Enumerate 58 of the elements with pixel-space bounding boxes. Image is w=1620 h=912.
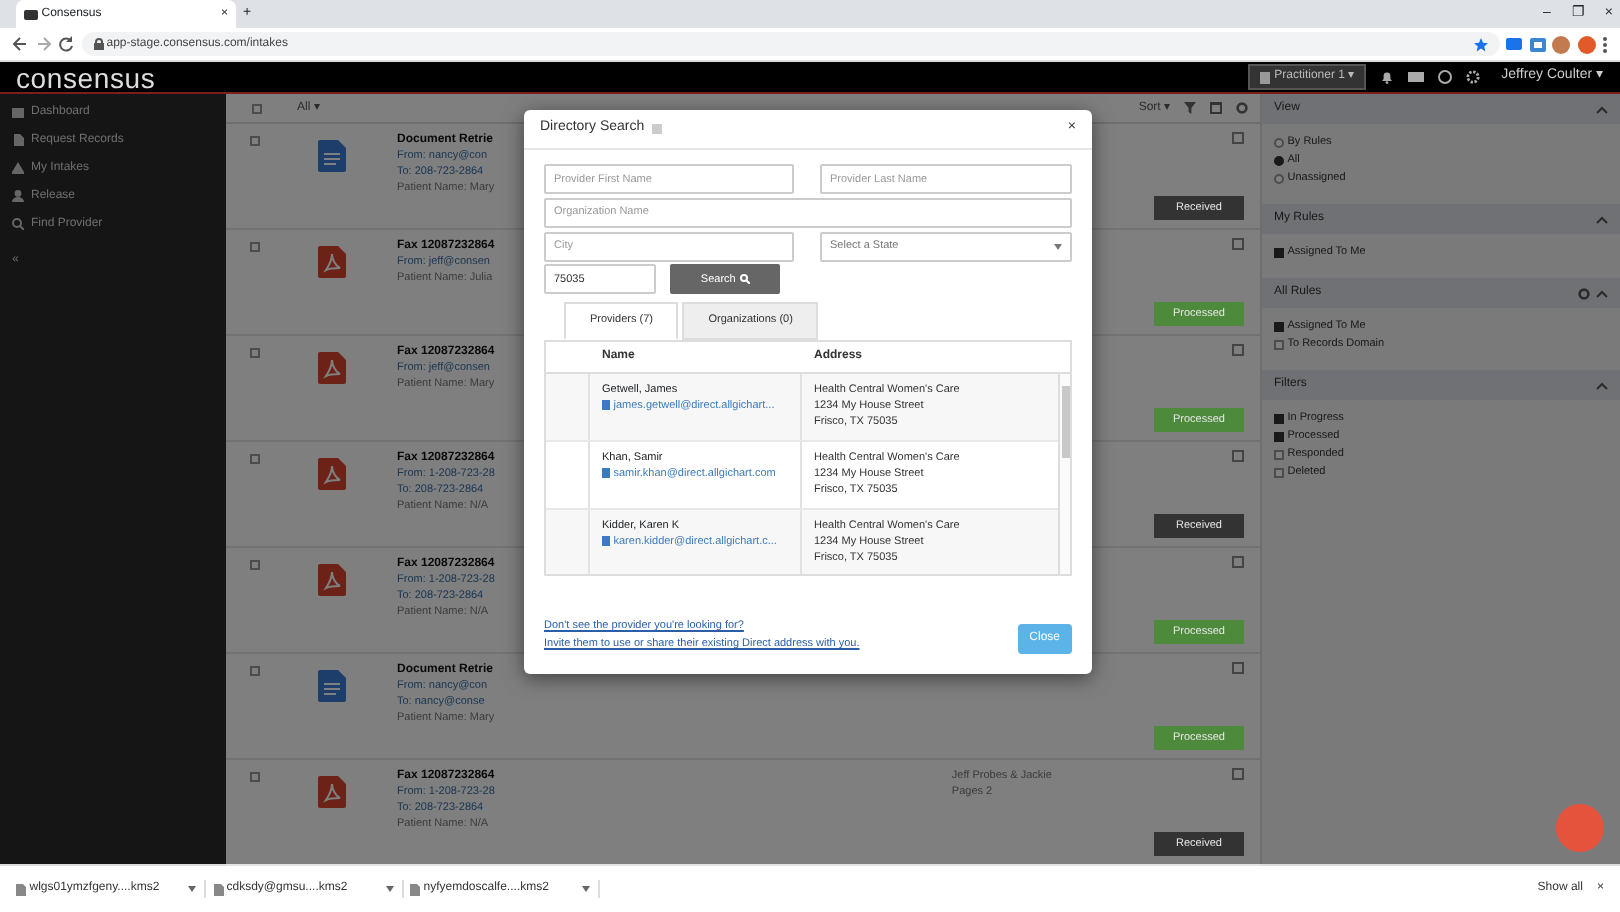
- select-all-checkbox[interactable]: [252, 103, 262, 113]
- row-checkbox[interactable]: [249, 559, 259, 570]
- file-icon: [410, 883, 420, 895]
- pdf-file-icon: [318, 776, 346, 808]
- calendar-icon[interactable]: [1210, 102, 1222, 114]
- row-checkbox[interactable]: [249, 665, 259, 676]
- document-icon: [318, 140, 346, 172]
- pdf-file-icon: [318, 352, 346, 384]
- row-checkbox[interactable]: [249, 347, 259, 358]
- avatar-icon[interactable]: [1552, 35, 1570, 53]
- row-checkbox[interactable]: [249, 135, 259, 146]
- caret-icon: [188, 886, 196, 892]
- favicon-icon: [24, 7, 38, 21]
- caret-icon: [1054, 243, 1062, 249]
- row-checkbox[interactable]: [249, 453, 259, 464]
- chevron-up-icon[interactable]: [1596, 381, 1608, 389]
- checkbox[interactable]: [1274, 432, 1284, 442]
- chevron-up-icon[interactable]: [1596, 215, 1608, 223]
- back-icon[interactable]: [12, 36, 28, 52]
- radio-button[interactable]: [1274, 138, 1284, 148]
- mail-icon: [602, 468, 610, 478]
- file-icon: [16, 883, 26, 895]
- search-icon: [12, 218, 24, 230]
- pdf-file-icon: [318, 564, 346, 596]
- checkbox[interactable]: [1274, 414, 1284, 424]
- logo: consensus: [16, 63, 156, 91]
- pdf-file-icon: [318, 458, 346, 490]
- document-icon: [12, 134, 24, 146]
- lock-icon: [93, 38, 103, 50]
- search-icon: [739, 274, 750, 285]
- chevron-up-icon[interactable]: [1596, 105, 1608, 113]
- bell-icon[interactable]: [1380, 70, 1395, 84]
- building-icon: [1260, 71, 1271, 83]
- chevron-up-icon[interactable]: [1596, 289, 1608, 297]
- caret-icon: [385, 886, 393, 892]
- reload-icon[interactable]: [58, 36, 74, 52]
- filter-icon[interactable]: [1184, 102, 1196, 114]
- mail-icon: [602, 536, 610, 546]
- star-icon[interactable]: [1473, 37, 1487, 51]
- pdf-file-icon: [318, 246, 346, 278]
- document-icon: [318, 670, 346, 702]
- radio-button[interactable]: [1274, 156, 1284, 166]
- person-icon: [12, 190, 24, 202]
- checkbox[interactable]: [1274, 450, 1284, 460]
- checkbox[interactable]: [1274, 248, 1284, 258]
- forward-icon[interactable]: [35, 36, 51, 52]
- file-icon: [213, 883, 223, 895]
- checkbox[interactable]: [1274, 322, 1284, 332]
- row-checkbox[interactable]: [249, 771, 259, 782]
- scrollbar[interactable]: [1058, 373, 1070, 573]
- radio-button[interactable]: [1274, 174, 1284, 184]
- mail-icon: [602, 400, 610, 410]
- checkbox[interactable]: [1274, 468, 1284, 478]
- checkbox[interactable]: [1274, 340, 1284, 350]
- caret-icon: [582, 886, 590, 892]
- menu-icon[interactable]: [1602, 35, 1608, 53]
- extension-icon[interactable]: [1577, 35, 1595, 53]
- row-checkbox[interactable]: [249, 241, 259, 252]
